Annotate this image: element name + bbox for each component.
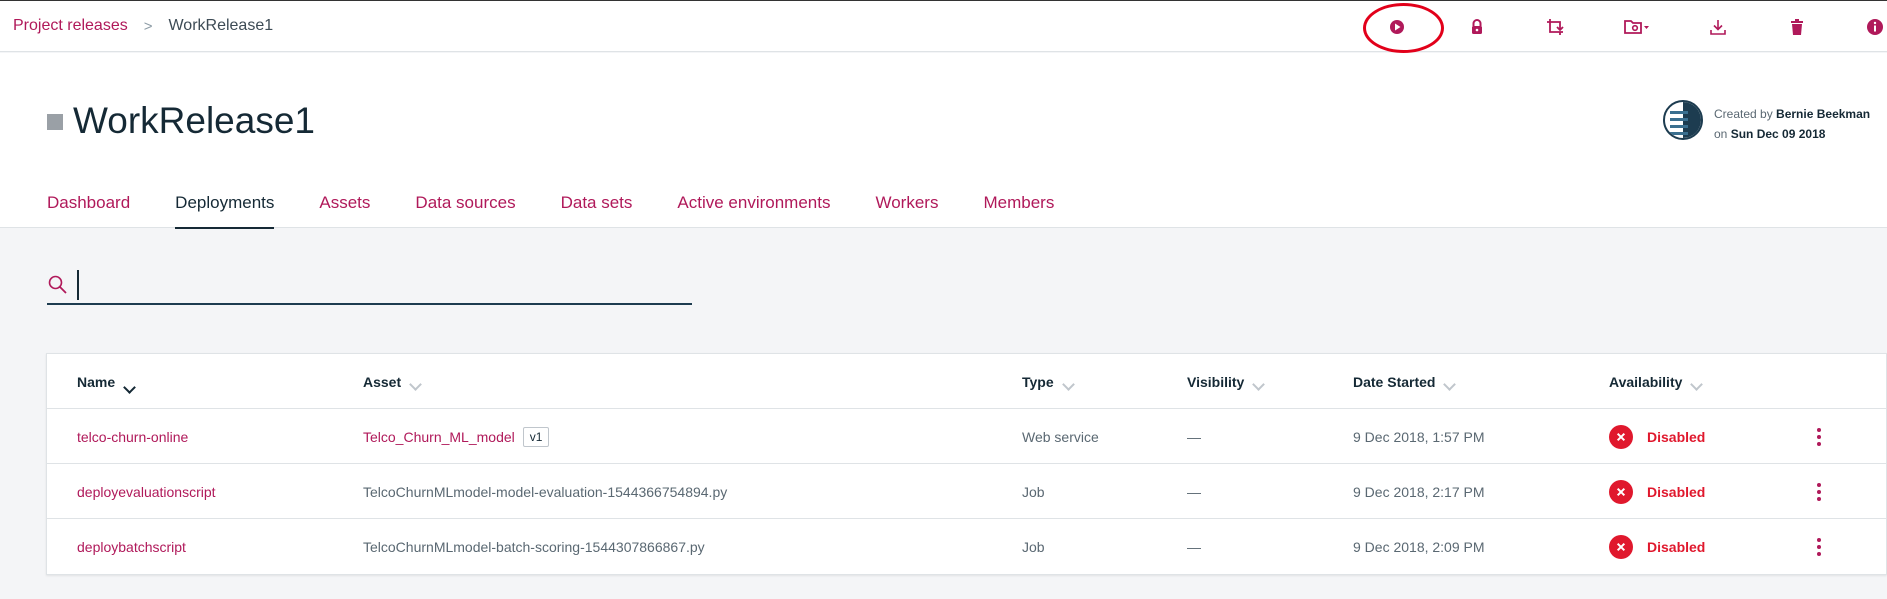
breadcrumb-current: WorkRelease1 [168,17,274,34]
new-version-icon [1547,19,1564,35]
tab-assets[interactable]: Assets [319,193,370,229]
deployment-name-link[interactable]: deployevaluationscript [77,484,216,500]
type-cell: Job [1022,483,1045,500]
type-cell: Job [1022,538,1045,555]
asset-link[interactable]: Telco_Churn_ML_model [363,429,515,445]
lock-icon [1472,19,1482,34]
error-icon [1609,424,1633,449]
info-icon [1867,19,1883,35]
trash-icon [1791,19,1803,35]
search-bar [47,266,692,305]
info-button[interactable] [1863,15,1887,39]
search-icon [48,275,67,294]
visibility-cell: — [1187,483,1201,500]
creator-name: Bernie Beekman [1776,107,1871,121]
asset-cell: TelcoChurnMLmodel-model-evaluation-15443… [363,483,728,500]
error-icon [1609,479,1633,504]
date-cell: 9 Dec 2018, 2:09 PM [1353,538,1485,555]
tab-data-sets[interactable]: Data sets [561,193,633,229]
tab-active-environments[interactable]: Active environments [677,193,830,229]
column-header-name[interactable]: Name [77,354,137,409]
deployment-name-link[interactable]: deploybatchscript [77,539,186,555]
creator-info: Created by Bernie Beekman on Sun Dec 09 … [1663,100,1878,144]
date-cell: 9 Dec 2018, 2:17 PM [1353,483,1485,500]
asset-cell: TelcoChurnMLmodel-batch-scoring-15443078… [363,538,705,555]
breadcrumb: Project releases > WorkRelease1 [13,17,273,35]
sort-icon [1061,378,1075,391]
annotation-circle [1363,3,1444,53]
status-text: Disabled [1647,538,1706,555]
delete-button[interactable] [1785,15,1809,39]
availability-cell: Disabled [1609,519,1705,574]
created-by-label: Created by [1714,107,1773,121]
new-version-button[interactable] [1543,15,1567,39]
table-row: deploybatchscript TelcoChurnMLmodel-batc… [47,519,1887,574]
status-text: Disabled [1647,483,1706,500]
sort-descending-icon [123,381,137,394]
availability-cell: Disabled [1609,409,1705,464]
overflow-menu-icon[interactable] [1809,464,1829,519]
created-on-label: on [1714,127,1728,141]
search-input[interactable] [77,270,677,300]
column-header-type[interactable]: Type [1022,354,1075,409]
folder-menu-button[interactable] [1621,15,1653,39]
deployments-table: Name Asset Type Visibility Date Started … [46,353,1887,575]
tab-workers[interactable]: Workers [875,193,938,229]
download-icon [1710,20,1726,35]
sort-icon [1252,378,1266,391]
folder-menu-icon [1624,20,1649,34]
overflow-menu-icon[interactable] [1809,519,1829,574]
created-date: Sun Dec 09 2018 [1730,127,1826,141]
tab-bar: Dashboard Deployments Assets Data source… [47,193,1099,229]
table-row: deployevaluationscript TelcoChurnMLmodel… [47,464,1887,519]
breadcrumb-project-releases[interactable]: Project releases [13,17,128,35]
download-button[interactable] [1706,15,1730,39]
lock-button[interactable] [1465,15,1489,39]
date-cell: 9 Dec 2018, 1:57 PM [1353,428,1485,445]
visibility-cell: — [1187,428,1201,445]
tab-deployments[interactable]: Deployments [175,193,275,229]
breadcrumb-separator: > [143,17,153,35]
version-badge: v1 [522,426,550,447]
deployment-name-link[interactable]: telco-churn-online [77,429,188,445]
table-row: telco-churn-online Telco_Churn_ML_model v… [47,409,1887,464]
overflow-menu-icon[interactable] [1809,409,1829,464]
availability-cell: Disabled [1609,464,1705,519]
page-title: WorkRelease1 [73,100,315,141]
column-header-asset[interactable]: Asset [363,354,423,409]
tab-data-sources[interactable]: Data sources [415,193,515,229]
project-status-square [47,114,63,130]
column-header-date-started[interactable]: Date Started [1353,354,1457,409]
table-header: Name Asset Type Visibility Date Started … [47,354,1887,409]
status-text: Disabled [1647,428,1706,445]
sort-icon [409,378,423,391]
sort-icon [1443,378,1457,391]
top-bar: Project releases > WorkRelease1 [0,0,1887,53]
type-cell: Web service [1022,428,1099,445]
avatar [1663,100,1703,140]
column-header-availability[interactable]: Availability [1609,354,1704,409]
column-header-visibility[interactable]: Visibility [1187,354,1266,409]
error-icon [1609,534,1633,559]
tab-members[interactable]: Members [983,193,1054,229]
project-header: WorkRelease1 Created by Bernie Beekman o… [0,53,1887,229]
tab-dashboard[interactable]: Dashboard [47,193,130,229]
sort-icon [1690,378,1704,391]
visibility-cell: — [1187,538,1201,555]
